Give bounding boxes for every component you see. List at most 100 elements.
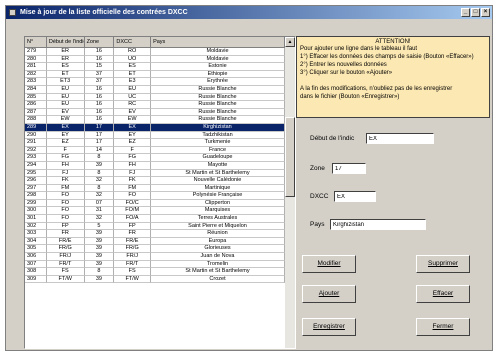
table-row[interactable]: 304 FR/E 39 FR/E Europa (25, 237, 285, 246)
table-row[interactable]: 297 FM 8 FM Martinique (25, 184, 285, 193)
table-row[interactable]: 286 EU 16 RC Russie Blanche (25, 101, 285, 109)
row-pays-cell: Tromelin (151, 260, 285, 269)
row-indic-cell: FR/E (46, 237, 85, 246)
row-zone-cell: 16 (84, 55, 115, 64)
title-bar[interactable]: Mise à jour de la liste officielle des c… (6, 6, 492, 19)
table-row[interactable]: 284 EU 16 EU Russie Blanche (25, 85, 285, 94)
header-num[interactable]: N° (25, 37, 47, 48)
header-pays[interactable]: Pays (151, 37, 285, 48)
pays-input[interactable] (330, 219, 426, 230)
zone-label: Zone (310, 165, 325, 172)
ajouter-button[interactable]: Ajouter (302, 285, 356, 303)
table-row[interactable]: 285 EU 16 UC Russie Blanche (25, 93, 285, 102)
table-row[interactable]: 298 FO 32 FO Polynésie Française (25, 192, 285, 200)
row-dxcc-cell: ES (114, 63, 152, 71)
row-indic-cell: FG (46, 154, 85, 162)
row-dxcc-cell: UO (114, 55, 152, 64)
table-row[interactable]: 290 EY 17 EY Tadzhikistan (25, 131, 285, 140)
enregistrer-button[interactable]: Enregistrer (302, 318, 356, 336)
row-pays-cell: Marquises (151, 207, 285, 216)
row-pays-cell: Turkmenie (151, 139, 285, 147)
table-row[interactable]: 302 FP 5 FP Saint Pierre et Miquelon (25, 222, 285, 231)
scroll-thumb[interactable] (285, 117, 295, 197)
maximize-button[interactable]: □ (471, 8, 480, 17)
supprimer-button[interactable]: Supprimer (416, 255, 470, 273)
row-indic-cell: ER (46, 48, 85, 56)
note-line: 2°) Entrer les nouvelles données (300, 62, 387, 68)
row-zone-cell: 8 (84, 184, 115, 193)
row-dxcc-cell: UC (114, 93, 152, 102)
effacer-button[interactable]: Effacer (416, 285, 470, 303)
dxcc-input[interactable] (334, 191, 376, 202)
scroll-up-button[interactable]: ▲ (285, 37, 295, 47)
row-indic-cell: EU (46, 101, 85, 109)
row-zone-cell: 39 (84, 253, 115, 261)
minimize-icon: _ (463, 9, 468, 15)
table-row[interactable]: 299 FO 07 FO/C Clipperton (25, 199, 285, 208)
header-dxcc[interactable]: DXCC (114, 37, 152, 48)
row-num-cell: 296 (25, 177, 47, 185)
row-indic-cell: FR/J (46, 253, 85, 261)
row-zone-cell: 8 (84, 154, 115, 162)
indic-input[interactable] (366, 133, 434, 144)
table-row[interactable]: 305 FR/G 39 FR/G Glorieuses (25, 245, 285, 254)
table-row[interactable]: 306 FR/J 39 FR/J Juan de Nova (25, 253, 285, 261)
row-zone-cell: 8 (84, 169, 115, 178)
row-dxcc-cell: FR (114, 230, 152, 238)
row-pays-cell: Glorieuses (151, 245, 285, 254)
table-row[interactable]: 292 F 14 F France (25, 146, 285, 155)
fermer-button[interactable]: Fermer (416, 318, 470, 336)
minimize-button[interactable]: _ (461, 8, 470, 17)
table-row[interactable]: 303 FR 39 FR Réunion (25, 230, 285, 238)
row-zone-cell: 39 (84, 245, 115, 254)
dxcc-window: Mise à jour de la liste officielle des c… (5, 5, 493, 351)
row-dxcc-cell: EV (114, 108, 152, 117)
table-row[interactable]: 288 EW 16 EW Russie Blanche (25, 116, 285, 124)
row-pays-cell: Réunion (151, 230, 285, 238)
row-pays-cell: Guadeloupe (151, 154, 285, 162)
note-line: Pour ajouter une ligne dans le tableau i… (300, 46, 418, 52)
row-indic-cell: ER (46, 55, 85, 64)
row-dxcc-cell: F (114, 146, 152, 155)
table-row[interactable]: 296 FK 32 FK Nouvelle Calédonie (25, 177, 285, 185)
table-row[interactable]: 283 ET3 37 E3 Erythrée (25, 78, 285, 86)
row-num-cell: 301 (25, 215, 47, 223)
table-row[interactable]: 295 FJ 8 FJ St Martin et St Barthelemy (25, 169, 285, 178)
row-dxcc-cell: FR/J (114, 253, 152, 261)
table-row[interactable]: 308 FS 8 FS St Martin et St Barthelemy (25, 268, 285, 276)
header-zone[interactable]: Zone (84, 37, 115, 48)
row-zone-cell: 32 (84, 192, 115, 200)
table-row[interactable]: 309 FT/W 39 FT/W Crozet (25, 275, 285, 284)
row-pays-cell: Russie Blanche (151, 108, 285, 117)
row-zone-cell: 8 (84, 268, 115, 276)
table-row-selected[interactable]: 289 EX 17 EX Kirghizistan (25, 123, 285, 132)
table-row[interactable]: 307 FR/T 39 FR/T Tromelin (25, 260, 285, 269)
dxcc-grid[interactable]: N° Début de l'indic Zone DXCC Pays 279 ER… (24, 36, 296, 349)
table-row[interactable]: 293 FG 8 FG Guadeloupe (25, 154, 285, 162)
row-indic-cell: EU (46, 85, 85, 94)
row-dxcc-cell: EY (114, 131, 152, 140)
row-num-cell: 291 (25, 139, 47, 147)
table-row[interactable]: 279 ER 16 RO Moldavie (25, 48, 285, 56)
table-row[interactable]: 291 EZ 17 EZ Turkmenie (25, 139, 285, 147)
row-zone-cell: 39 (84, 260, 115, 269)
table-row[interactable]: 280 ER 16 UO Moldavie (25, 55, 285, 64)
zone-input[interactable] (332, 163, 366, 174)
table-row[interactable]: 282 ET 37 ET Ethiopie (25, 70, 285, 79)
table-row[interactable]: 281 ES 15 ES Estonie (25, 63, 285, 71)
table-row[interactable]: 287 EV 16 EV Russie Blanche (25, 108, 285, 117)
row-indic-cell: FJ (46, 169, 85, 178)
close-button[interactable]: × (481, 8, 490, 17)
table-row[interactable]: 294 FH 39 FH Mayotte (25, 161, 285, 170)
grid-scrollbar[interactable]: ▲ (285, 37, 295, 348)
row-pays-cell: Polynésie Française (151, 192, 285, 200)
table-row[interactable]: 300 FO 31 FO/M Marquises (25, 207, 285, 216)
row-indic-cell: FP (46, 222, 85, 231)
table-row[interactable]: 301 FO 32 FO/A Terres Australes (25, 215, 285, 223)
header-indic[interactable]: Début de l'indic (46, 37, 85, 48)
row-dxcc-cell: FO/A (114, 215, 152, 223)
grid-body: 279 ER 16 RO Moldavie 280 ER 16 UO Moldavie 281 ES 1… (25, 48, 285, 348)
modifier-button[interactable]: Modifier (302, 255, 356, 273)
row-dxcc-cell: FR/T (114, 260, 152, 269)
row-num-cell: 282 (25, 70, 47, 79)
